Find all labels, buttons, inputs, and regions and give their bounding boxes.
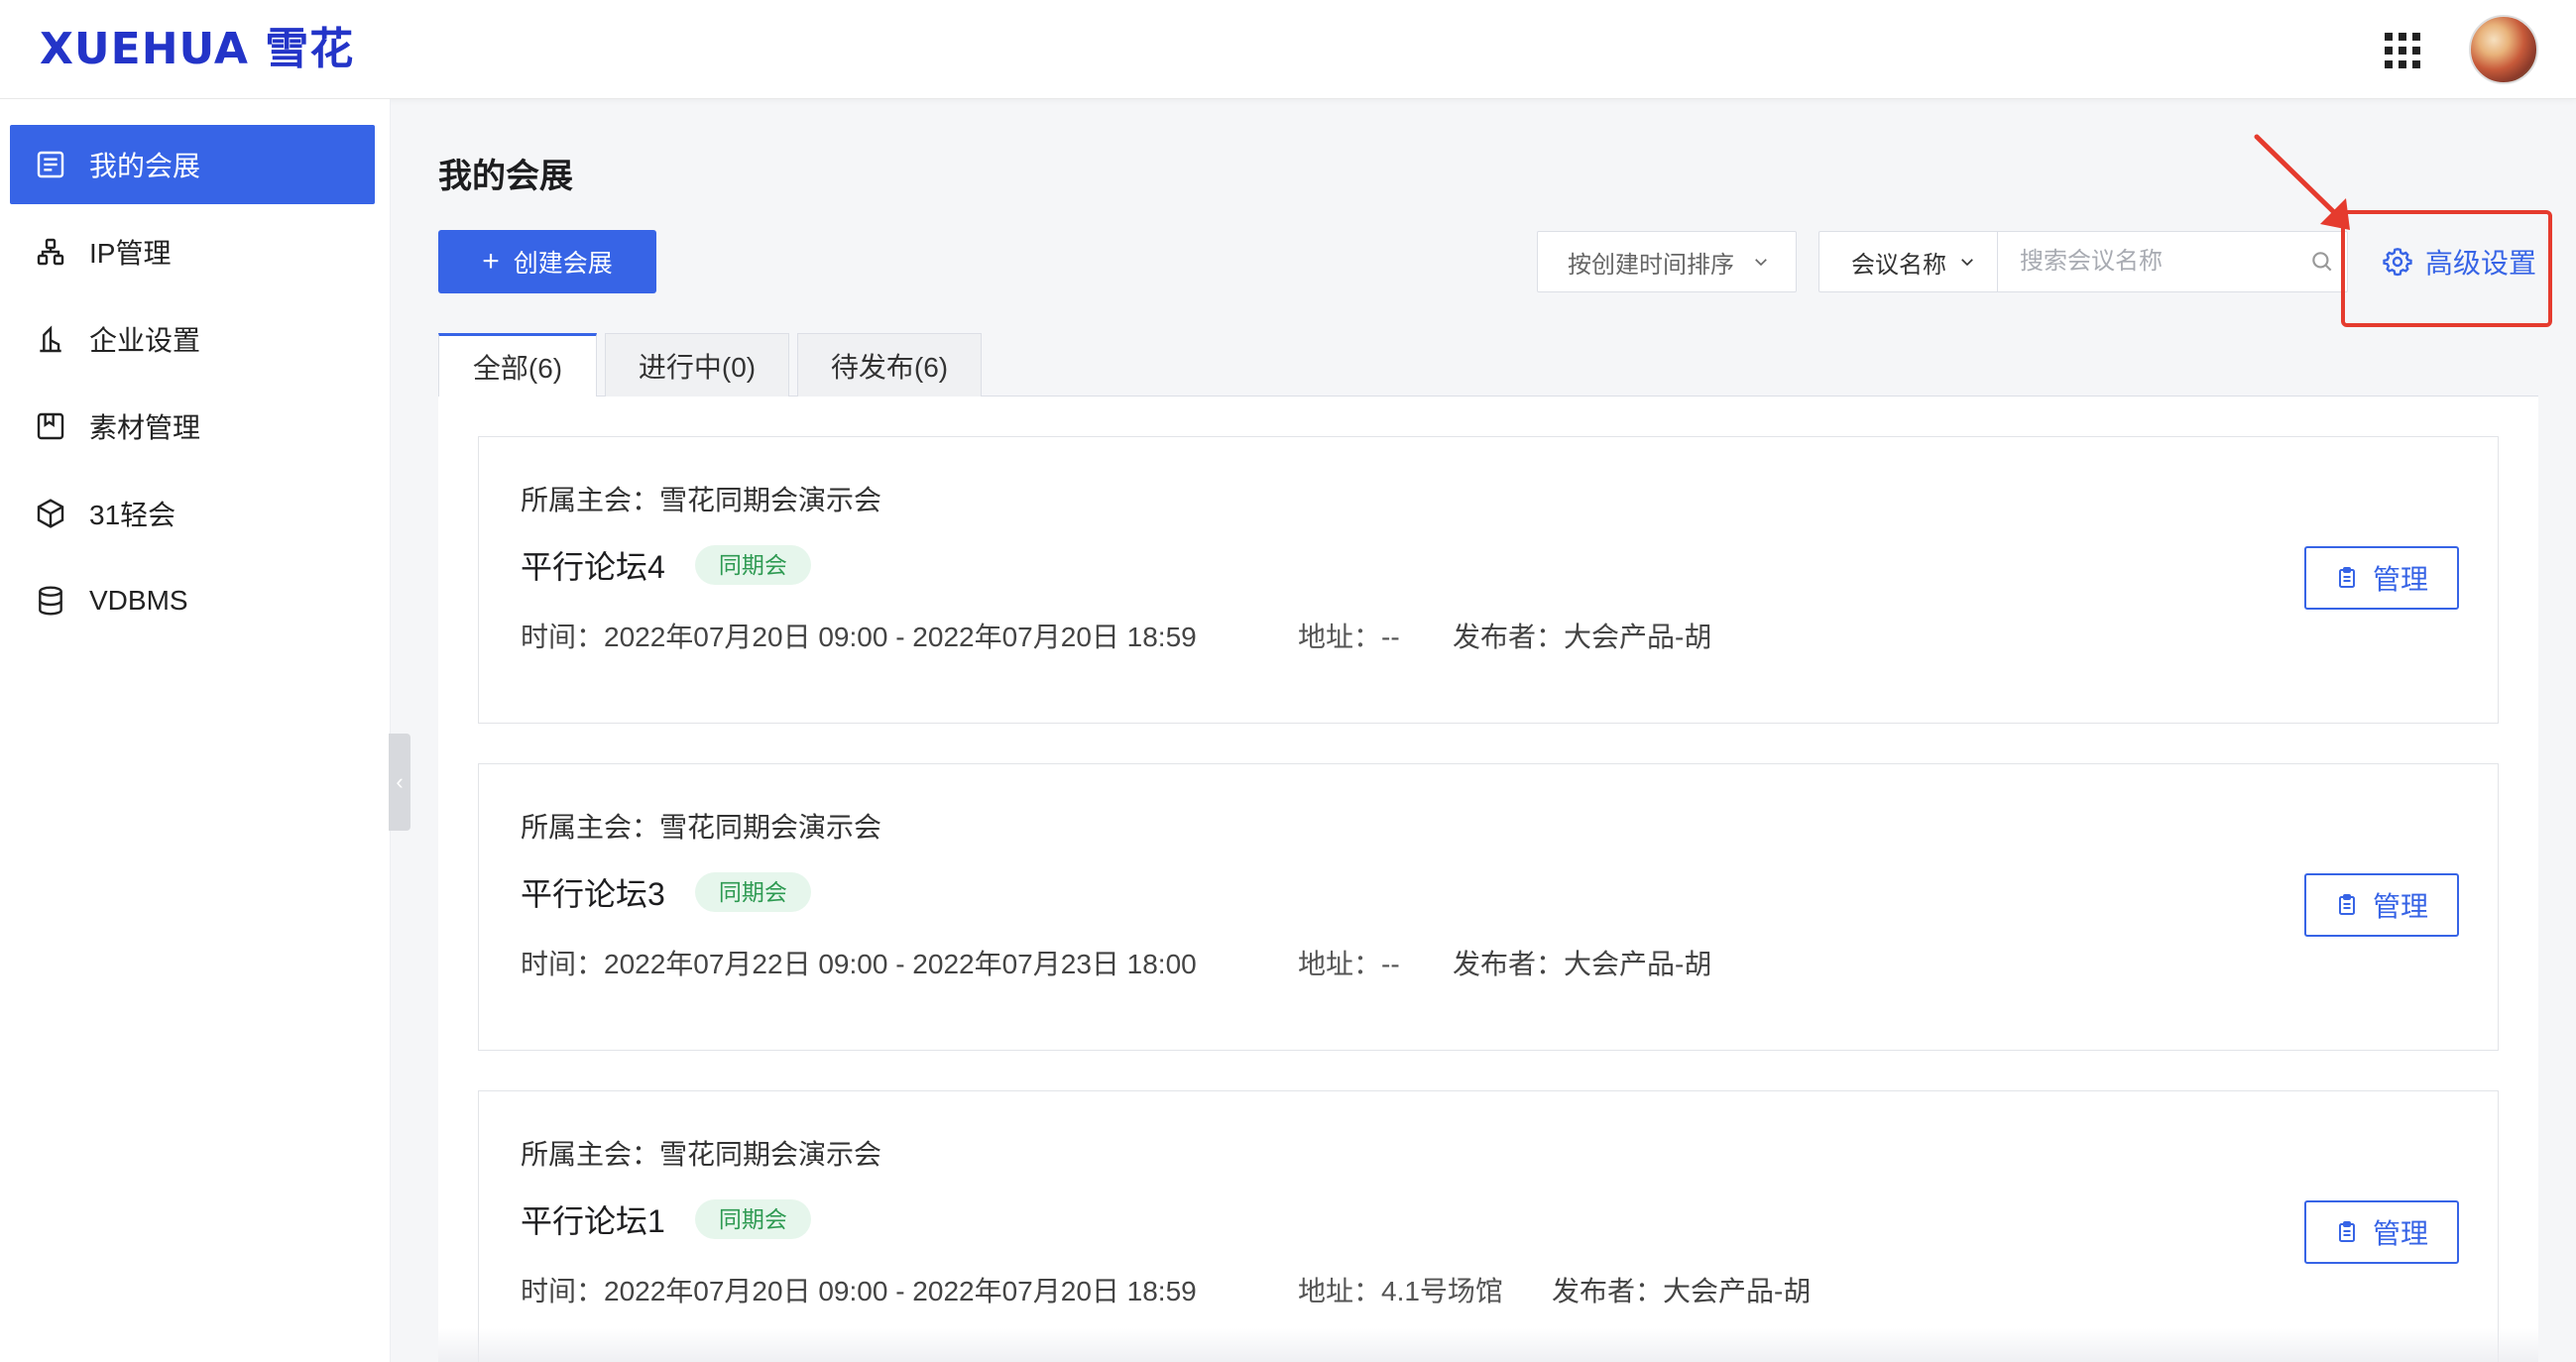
card-host: 所属主会：雪花同期会演示会 — [521, 812, 882, 843]
xuehua-logo[interactable]: XUEHUA 雪花 — [40, 22, 354, 77]
cube-icon — [34, 497, 67, 530]
manage-button[interactable]: 管理 — [2304, 546, 2459, 610]
status-tabs: 全部(6) 进行中(0) 待发布(6) — [438, 333, 2538, 397]
card-name: 平行论坛4 — [521, 549, 665, 585]
search-input[interactable] — [1998, 248, 2285, 276]
tab-pending-publish[interactable]: 待发布(6) — [797, 333, 982, 397]
plus-icon: + — [482, 245, 500, 278]
card-meta: 时间：2022年07月20日 09:00 - 2022年07月20日 18:59… — [521, 616, 1711, 655]
create-exhibition-button[interactable]: + 创建会展 — [438, 230, 656, 293]
page-title: 我的会展 — [438, 158, 573, 195]
status-badge: 同期会 — [694, 872, 811, 912]
search-field-select-value: 会议名称 — [1851, 251, 1946, 279]
bookmark-box-icon — [34, 409, 67, 443]
grid-icon[interactable] — [2385, 33, 2422, 68]
card-title-row: 平行论坛4 同期会 — [521, 542, 811, 588]
sidebar: 我的会展 IP管理 企业设置 素材管理 31轻会 VDBMS — [0, 99, 391, 1362]
sidebar-item-31-light[interactable]: 31轻会 — [10, 474, 375, 553]
sidebar-item-label: 31轻会 — [89, 500, 176, 530]
clipboard-icon — [2338, 567, 2355, 588]
card-name: 平行论坛1 — [521, 1203, 665, 1239]
card-host: 所属主会：雪花同期会演示会 — [521, 1139, 882, 1170]
card-publisher: 发布者：大会产品-胡 — [1453, 622, 1712, 652]
card-title-row: 平行论坛1 同期会 — [521, 1196, 811, 1242]
sidebar-collapse-handle[interactable]: ‹ — [389, 734, 410, 831]
sort-select-value: 按创建时间排序 — [1568, 251, 1734, 279]
top-bar: XUEHUA 雪花 — [0, 0, 2576, 99]
manage-button[interactable]: 管理 — [2304, 873, 2459, 937]
card-host: 所属主会：雪花同期会演示会 — [521, 485, 882, 515]
advanced-settings-button[interactable]: 高级设置 — [2382, 236, 2548, 287]
card-publisher: 发布者：大会产品-胡 — [1453, 949, 1712, 979]
exhibition-card: 所属主会：雪花同期会演示会 平行论坛4 同期会 时间：2022年07月20日 0… — [478, 436, 2499, 724]
manage-button[interactable]: 管理 — [2304, 1200, 2459, 1264]
manage-button-label: 管理 — [2372, 891, 2428, 922]
sidebar-item-vdbms[interactable]: VDBMS — [10, 561, 375, 640]
sidebar-item-enterprise-settings[interactable]: 企业设置 — [10, 299, 375, 379]
card-publisher: 发布者：大会产品-胡 — [1552, 1276, 1812, 1306]
chevron-down-icon — [1961, 259, 1973, 267]
search-box — [1997, 231, 2348, 292]
status-badge: 同期会 — [694, 1199, 811, 1239]
clipboard-icon — [2338, 1221, 2355, 1242]
create-button-label: 创建会展 — [513, 250, 613, 278]
list-icon — [34, 148, 67, 181]
sidebar-item-label: 企业设置 — [89, 325, 201, 356]
sidebar-item-label: 我的会展 — [89, 151, 201, 181]
manage-button-label: 管理 — [2372, 1218, 2428, 1249]
hierarchy-icon — [34, 235, 67, 269]
card-title-row: 平行论坛3 同期会 — [521, 869, 811, 915]
sidebar-item-my-exhibitions[interactable]: 我的会展 — [10, 125, 375, 204]
card-time: 时间：2022年07月22日 09:00 - 2022年07月23日 18:00 — [521, 949, 1197, 979]
status-badge: 同期会 — [694, 545, 811, 585]
card-address: 地址：4.1号场馆 — [1298, 1276, 1503, 1306]
clipboard-icon — [2338, 894, 2355, 915]
card-meta: 时间：2022年07月20日 09:00 - 2022年07月20日 18:59… — [521, 1270, 1811, 1309]
sidebar-item-ip-management[interactable]: IP管理 — [10, 212, 375, 291]
card-meta: 时间：2022年07月22日 09:00 - 2022年07月23日 18:00… — [521, 943, 1711, 982]
user-avatar[interactable] — [2469, 15, 2538, 84]
card-address: 地址：-- — [1298, 622, 1400, 652]
tab-in-progress[interactable]: 进行中(0) — [605, 333, 789, 397]
card-name: 平行论坛3 — [521, 876, 665, 912]
advanced-settings-label: 高级设置 — [2425, 248, 2537, 279]
sidebar-item-label: 素材管理 — [89, 412, 201, 443]
database-icon — [34, 584, 67, 618]
gear-icon — [2383, 248, 2412, 277]
sidebar-item-label: IP管理 — [89, 238, 172, 269]
sidebar-item-material-management[interactable]: 素材管理 — [10, 387, 375, 466]
chevron-down-icon — [1755, 259, 1767, 267]
list-bottom-fade — [438, 1328, 2538, 1362]
tab-all[interactable]: 全部(6) — [438, 333, 597, 397]
manage-button-label: 管理 — [2372, 564, 2428, 595]
exhibition-list: 所属主会：雪花同期会演示会 平行论坛4 同期会 时间：2022年07月20日 0… — [438, 397, 2538, 1362]
search-field-select[interactable]: 会议名称 — [1818, 231, 1997, 292]
building-icon — [34, 322, 67, 356]
search-icon[interactable] — [2309, 249, 2335, 275]
exhibition-card: 所属主会：雪花同期会演示会 平行论坛1 同期会 时间：2022年07月20日 0… — [478, 1090, 2499, 1362]
card-time: 时间：2022年07月20日 09:00 - 2022年07月20日 18:59 — [521, 1276, 1197, 1306]
exhibition-card: 所属主会：雪花同期会演示会 平行论坛3 同期会 时间：2022年07月22日 0… — [478, 763, 2499, 1051]
card-time: 时间：2022年07月20日 09:00 - 2022年07月20日 18:59 — [521, 622, 1197, 652]
sort-select[interactable]: 按创建时间排序 — [1537, 231, 1797, 292]
sidebar-item-label: VDBMS — [89, 585, 188, 616]
card-address: 地址：-- — [1298, 949, 1400, 979]
